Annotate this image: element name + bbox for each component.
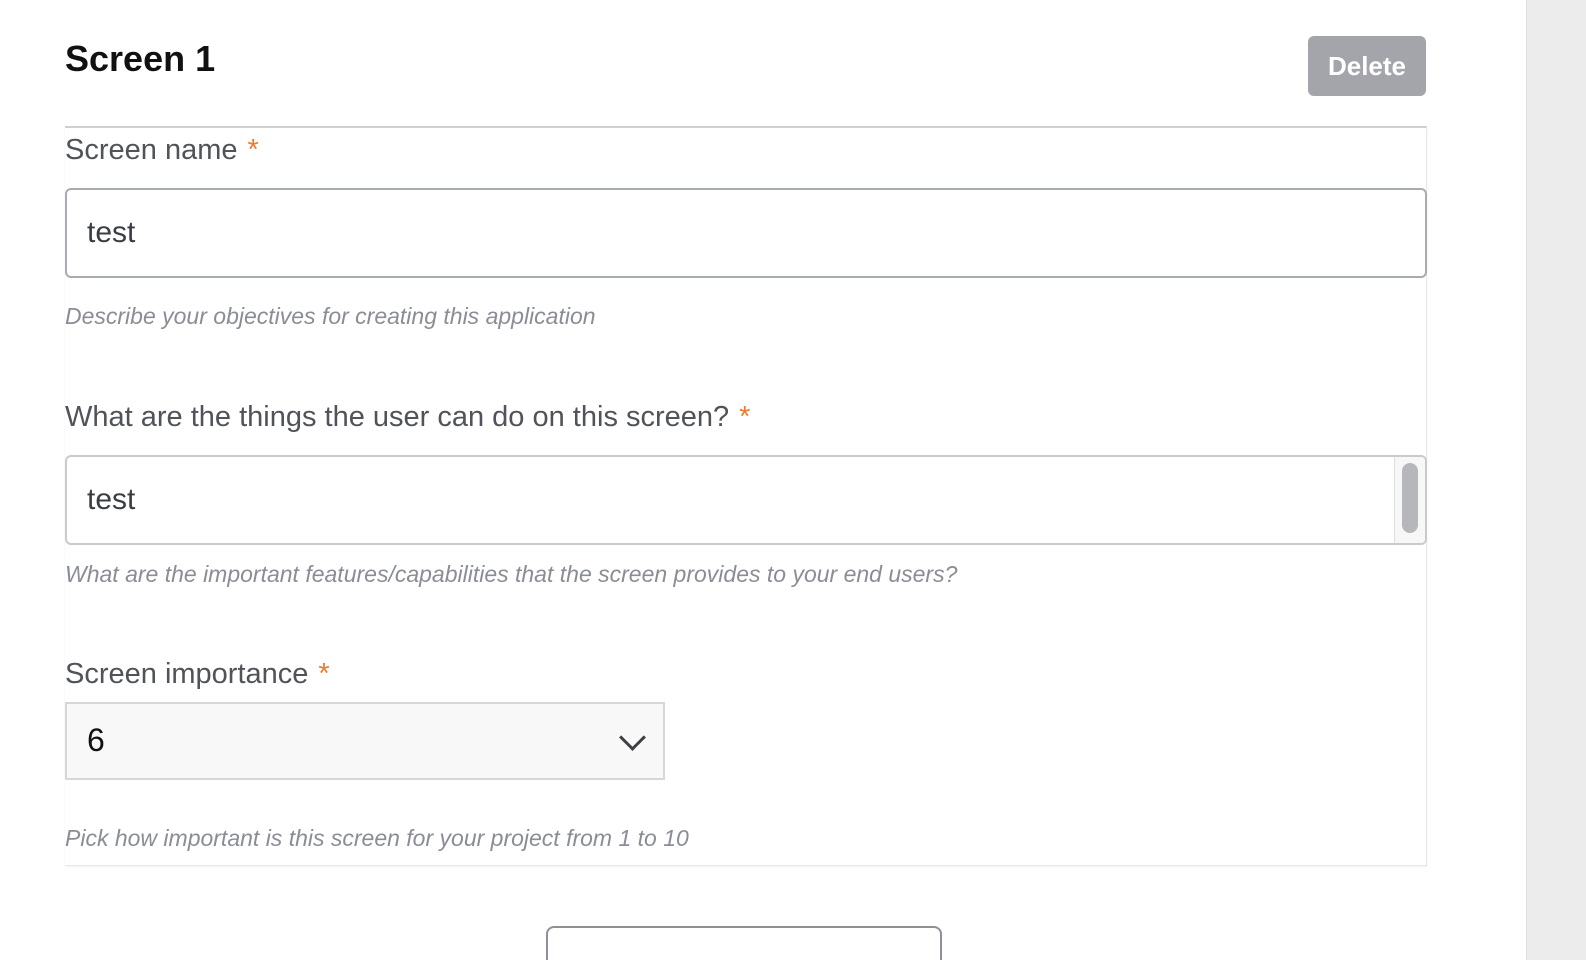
importance-help-text: Pick how important is this screen for yo… (65, 825, 689, 851)
required-asterisk: * (247, 134, 259, 166)
user-actions-label: What are the things the user can do on t… (65, 401, 750, 434)
importance-select[interactable]: 6 (65, 702, 665, 780)
user-actions-textarea-wrapper (65, 455, 1427, 545)
screen-name-label-text: Screen name (65, 134, 238, 166)
textarea-scrollbar[interactable] (1394, 457, 1425, 543)
delete-button[interactable]: Delete (1308, 36, 1426, 96)
user-actions-textarea[interactable] (67, 457, 1397, 543)
importance-select-value: 6 (87, 722, 105, 758)
screen-name-label: Screen name * (65, 134, 259, 167)
define-button[interactable]: Define the (546, 926, 942, 960)
importance-label: Screen importance * (65, 658, 330, 691)
importance-label-text: Screen importance (65, 658, 309, 690)
chevron-down-icon (619, 724, 646, 751)
screen-editor-page: Screen 1 Delete Screen name * Describe yo… (0, 0, 1586, 960)
page-side-gutter (1526, 0, 1586, 960)
screen-name-input[interactable] (65, 188, 1427, 278)
screen-name-help-text: Describe your objectives for creating th… (65, 303, 596, 329)
user-actions-label-text: What are the things the user can do on t… (65, 401, 730, 433)
screen-form-card: Screen name * Describe your objectives fo… (65, 126, 1427, 866)
required-asterisk: * (318, 658, 330, 690)
user-actions-help-text: What are the important features/capabili… (65, 561, 958, 587)
textarea-scrollbar-thumb[interactable] (1402, 463, 1418, 533)
required-asterisk: * (739, 401, 751, 433)
page-title: Screen 1 (65, 38, 216, 79)
